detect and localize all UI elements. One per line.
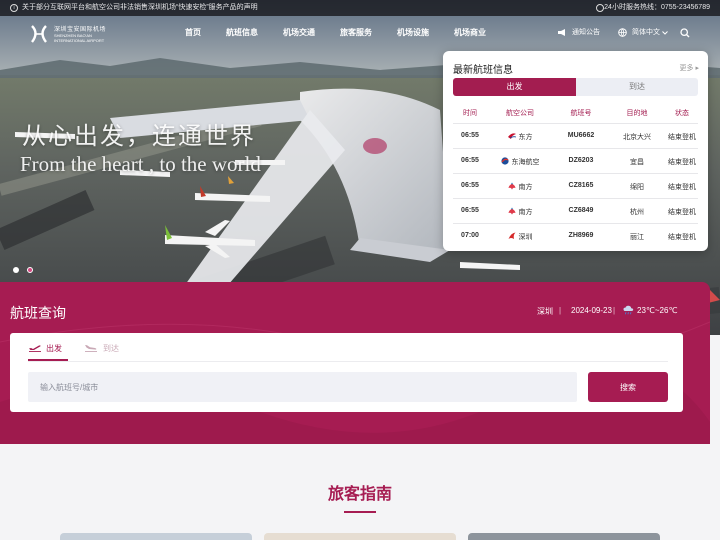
flight-airline: 深圳 bbox=[490, 232, 550, 242]
hero-slogan-en: From the heart , to the world bbox=[20, 152, 261, 176]
flight-panel-title: 最新航班信息 bbox=[453, 65, 513, 76]
china-eastern-icon bbox=[507, 133, 516, 139]
search-tab-arrival[interactable]: 到达 bbox=[103, 343, 119, 354]
info-separator: | bbox=[559, 306, 562, 315]
china-southern-icon bbox=[508, 182, 515, 190]
flight-airline: 南方 bbox=[490, 207, 550, 217]
nav-commerce[interactable]: 机场商业 bbox=[454, 27, 486, 41]
col-header-status: 状态 bbox=[675, 110, 689, 117]
flight-panel-more-link[interactable]: 更多 ▸ bbox=[680, 63, 699, 73]
language-selector[interactable]: 简体中文 bbox=[632, 27, 660, 37]
hotline-text: 24小时服务热线：0755-23456789 bbox=[604, 4, 710, 11]
chevron-down-icon[interactable] bbox=[662, 31, 668, 35]
col-header-airline: 航空公司 bbox=[506, 110, 534, 117]
carousel-dot-2[interactable] bbox=[27, 267, 33, 273]
notice-bar: i 关于部分互联网平台和航空公司非法销售深圳机场“快速安检”服务产品的声明 24… bbox=[0, 0, 720, 16]
flight-status: 结束登机 bbox=[668, 159, 696, 166]
logo-name-en-2: INTERNATIONAL AIRPORT bbox=[54, 38, 105, 43]
divider bbox=[28, 361, 668, 362]
divider bbox=[453, 198, 698, 199]
divider bbox=[453, 223, 698, 224]
flight-tab-departure[interactable]: 出发 bbox=[453, 78, 576, 96]
hero-slogan-cn: 从心出发，连通世界 bbox=[22, 122, 256, 150]
guide-title: 旅客指南 bbox=[327, 486, 392, 503]
flight-number[interactable]: ZH8969 bbox=[551, 232, 611, 239]
search-tab-departure[interactable]: 出发 bbox=[46, 343, 62, 354]
china-southern-icon bbox=[508, 207, 515, 215]
weather-rain-icon bbox=[623, 305, 634, 315]
nav-home[interactable]: 首页 bbox=[185, 27, 201, 41]
guide-card-image[interactable] bbox=[60, 533, 252, 540]
divider bbox=[453, 148, 698, 149]
nav-passenger-service[interactable]: 旅客服务 bbox=[340, 27, 372, 41]
notice-announcement-link[interactable]: 通知公告 bbox=[572, 27, 600, 37]
flight-airline-label: 东方 bbox=[518, 134, 533, 141]
flight-status: 结束登机 bbox=[668, 234, 696, 241]
flight-info-panel: 最新航班信息 更多 ▸ 出发 到达 时间 航空公司 航班号 目的地 状态 06:… bbox=[443, 51, 708, 251]
flight-status: 结束登机 bbox=[668, 209, 696, 216]
carousel-dot-1[interactable] bbox=[13, 267, 19, 273]
page-root: i 关于部分互联网平台和航空公司非法销售深圳机场“快速安检”服务产品的声明 24… bbox=[0, 0, 720, 540]
flight-tab-arrival[interactable]: 到达 bbox=[576, 78, 698, 96]
col-header-flight: 航班号 bbox=[570, 110, 592, 117]
flight-number[interactable]: DZ6203 bbox=[551, 157, 611, 164]
weather-temperature: 23℃~26℃ bbox=[637, 306, 678, 315]
info-icon: i bbox=[10, 4, 18, 12]
phone-icon bbox=[596, 4, 604, 12]
flight-airline-label: 东海航空 bbox=[511, 159, 540, 166]
flight-number[interactable]: CZ6849 bbox=[551, 207, 611, 214]
flight-search-input[interactable] bbox=[28, 372, 577, 402]
guide-card-image[interactable] bbox=[468, 533, 660, 540]
logo-name-cn: 深圳宝安国际机场 bbox=[54, 27, 107, 33]
flight-airline-label: 深圳 bbox=[518, 234, 533, 241]
flight-airline: 南方 bbox=[490, 182, 550, 192]
current-date: 2024-09-23 bbox=[571, 306, 612, 315]
flight-airline: 东方 bbox=[490, 132, 550, 142]
notice-link[interactable]: 关于部分互联网平台和航空公司非法销售深圳机场“快速安检”服务产品的声明 bbox=[22, 0, 258, 16]
flight-status: 结束登机 bbox=[668, 184, 696, 191]
guide-card-image[interactable] bbox=[264, 533, 456, 540]
globe-icon bbox=[618, 28, 627, 37]
flight-airline: 东海航空 bbox=[490, 157, 550, 167]
plane-takeoff-icon bbox=[29, 345, 41, 352]
airport-logo[interactable]: 深圳宝安国际机场 SHENZHEN BAO'AN INTERNATIONAL A… bbox=[30, 22, 120, 48]
current-city: 深圳 bbox=[537, 307, 553, 316]
guide-title-underline bbox=[344, 511, 376, 513]
airport-logo-mark-icon bbox=[31, 25, 47, 43]
divider bbox=[453, 123, 698, 124]
nav-flight-info[interactable]: 航班信息 bbox=[226, 27, 258, 41]
shenzhen-airlines-icon bbox=[508, 232, 515, 239]
donghai-airlines-icon bbox=[500, 157, 509, 165]
divider bbox=[453, 173, 698, 174]
plane-landing-icon bbox=[85, 345, 97, 352]
flight-airline-label: 南方 bbox=[518, 184, 533, 191]
flight-status: 结束登机 bbox=[668, 134, 696, 141]
search-button[interactable]: 搜索 bbox=[588, 372, 668, 402]
flight-search-title: 航班查询 bbox=[10, 305, 66, 321]
megaphone-icon bbox=[558, 29, 565, 36]
flight-airline-label: 南方 bbox=[518, 209, 533, 216]
flight-number[interactable]: MU6662 bbox=[551, 132, 611, 139]
search-icon[interactable] bbox=[680, 28, 690, 38]
nav-facilities[interactable]: 机场设施 bbox=[397, 27, 429, 41]
info-separator: | bbox=[613, 306, 616, 315]
flight-number[interactable]: CZ8165 bbox=[551, 182, 611, 189]
nav-transport[interactable]: 机场交通 bbox=[283, 27, 315, 41]
